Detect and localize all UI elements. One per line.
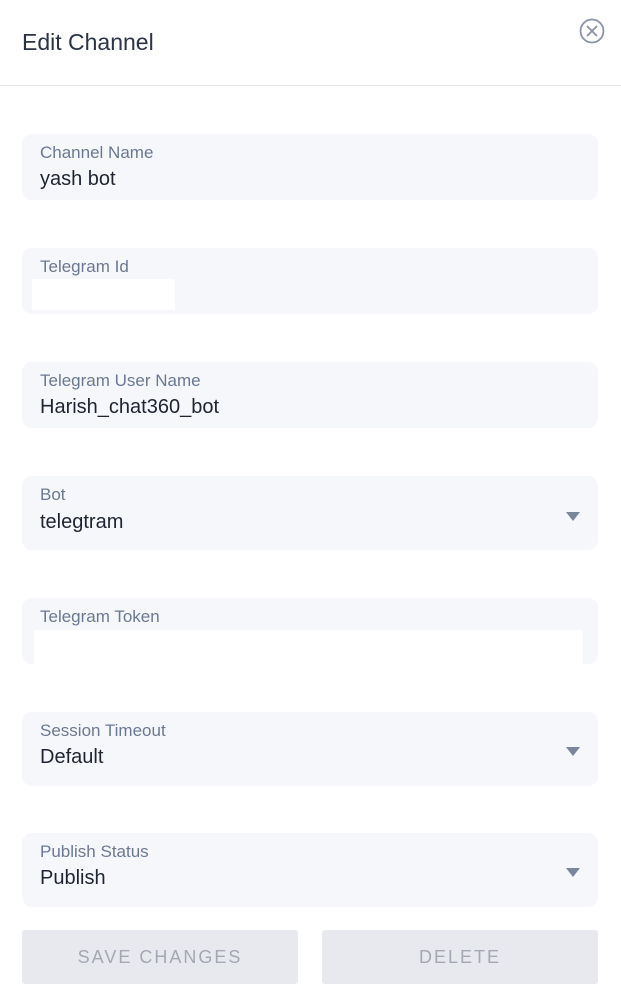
publish-status-value: Publish (40, 867, 106, 889)
page-title: Edit Channel (22, 29, 154, 55)
session-timeout-label: Session Timeout (40, 721, 166, 740)
telegram-token-input[interactable] (34, 630, 583, 664)
telegram-user-name-field[interactable]: Telegram User Name Harish_chat360_bot (22, 362, 598, 428)
panel-header: Edit Channel (0, 0, 621, 86)
channel-name-value[interactable]: yash bot (40, 168, 116, 191)
publish-status-select[interactable]: Publish Status Publish (22, 833, 598, 907)
chevron-down-icon[interactable] (566, 868, 580, 877)
channel-name-field[interactable]: Channel Name yash bot (22, 134, 598, 200)
channel-name-label: Channel Name (40, 143, 154, 162)
chevron-down-icon[interactable] (566, 747, 580, 756)
telegram-id-label: Telegram Id (40, 257, 129, 276)
telegram-user-name-label: Telegram User Name (40, 371, 201, 390)
save-changes-button[interactable]: SAVE CHANGES (22, 930, 298, 984)
telegram-id-field[interactable]: Telegram Id (22, 248, 598, 314)
session-timeout-value: Default (40, 746, 104, 768)
publish-status-label: Publish Status (40, 842, 149, 861)
telegram-user-name-value[interactable]: Harish_chat360_bot (40, 396, 219, 419)
close-button[interactable] (578, 17, 606, 45)
edit-channel-panel: Edit Channel Channel Name yash bot Teleg… (0, 0, 621, 1008)
chevron-down-icon[interactable] (566, 512, 580, 521)
delete-button[interactable]: DELETE (322, 930, 598, 984)
bot-select[interactable]: Bot telegtram (22, 476, 598, 550)
bot-value: telegtram (40, 511, 124, 533)
telegram-token-field[interactable]: Telegram Token (22, 598, 598, 664)
session-timeout-select[interactable]: Session Timeout Default (22, 712, 598, 786)
telegram-token-label: Telegram Token (40, 607, 160, 626)
telegram-id-input[interactable] (32, 279, 175, 310)
bot-label: Bot (40, 485, 66, 504)
close-circle-icon (579, 18, 605, 44)
